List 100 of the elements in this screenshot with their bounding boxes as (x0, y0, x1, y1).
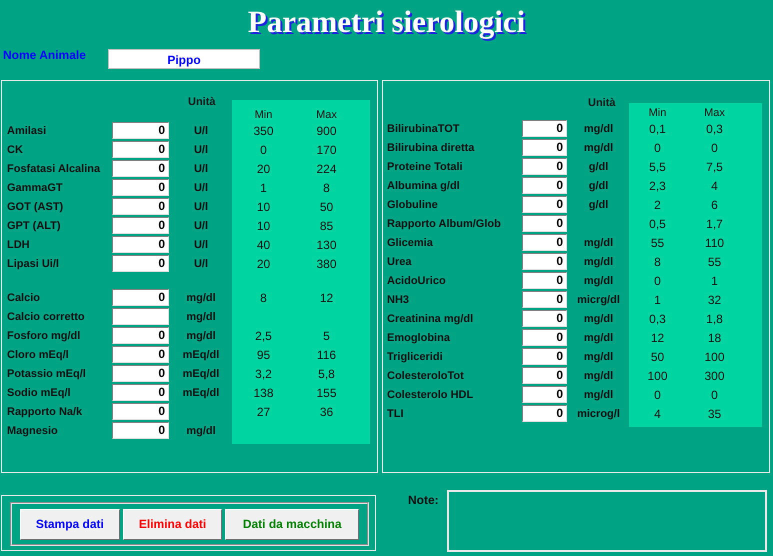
action-button[interactable]: Elimina dati (122, 508, 222, 540)
value-field[interactable]: 0 (522, 196, 567, 213)
unit-label: U/l (194, 124, 208, 136)
parameter-label: GammaGT (7, 182, 63, 194)
action-button[interactable]: Dati da macchina (225, 508, 359, 540)
parameter-label: Bilirubina diretta (387, 142, 474, 154)
min-header: Min (254, 109, 274, 121)
value-field[interactable]: 0 (522, 253, 567, 270)
max-value: 55 (708, 254, 722, 268)
parameter-label: CK (7, 144, 23, 156)
min-value: 138 (253, 386, 274, 400)
unit-label: mg/dl (584, 388, 614, 400)
parameter-label: Rapporto Na/k (7, 406, 82, 418)
max-value: 5 (323, 328, 330, 342)
parameter-label: Lipasi Ui/l (7, 258, 59, 270)
min-value: 55 (650, 236, 664, 250)
min-value: 0,5 (649, 216, 666, 230)
value-field[interactable]: 0 (112, 255, 169, 272)
max-header: Max (703, 107, 726, 119)
value-field[interactable]: 0 (112, 384, 169, 401)
max-value: 0 (711, 140, 718, 154)
animal-name-field[interactable]: Pippo (108, 49, 260, 69)
value-field[interactable]: 0 (112, 289, 169, 306)
parameter-label: ColesteroloTot (387, 370, 464, 382)
min-value: 20 (256, 256, 270, 270)
parameter-label: Magnesio (7, 424, 58, 436)
unit-label: microg/l (577, 408, 620, 420)
value-field[interactable]: 0 (112, 179, 169, 196)
unit-label: mg/dl (584, 236, 614, 248)
parameter-label: Colesterolo HDL (387, 388, 474, 400)
value-field[interactable]: 0 (112, 422, 169, 439)
parameter-label: Fosforo mg/dl (7, 330, 80, 342)
value-field[interactable]: 0 (112, 327, 169, 344)
value-field[interactable]: 0 (522, 291, 567, 308)
unit-label: mg/dl (186, 310, 216, 322)
page-title: Parametri sierologici (246, 3, 526, 41)
parameter-label: Creatinina mg/dl (387, 312, 474, 324)
action-button[interactable]: Stampa dati (20, 508, 120, 540)
min-header: Min (648, 107, 668, 119)
min-value: 2,3 (649, 178, 666, 192)
unit-label: mEq/dl (182, 386, 220, 398)
min-value: 0 (654, 388, 661, 402)
min-value: 0,3 (649, 312, 666, 326)
value-field[interactable]: 0 (522, 329, 567, 346)
value-field[interactable]: 0 (522, 310, 567, 327)
value-field[interactable] (112, 308, 169, 325)
parameter-label: TLI (387, 408, 404, 420)
max-value: 32 (708, 292, 722, 306)
min-value: 350 (253, 124, 274, 138)
value-field[interactable]: 0 (112, 141, 169, 158)
value-field[interactable]: 0 (522, 177, 567, 194)
parameter-label: Trigliceridi (387, 350, 443, 362)
value-field[interactable]: 0 (522, 386, 567, 403)
unit-label: mg/dl (186, 330, 216, 342)
max-value: 0,3 (706, 122, 723, 136)
parameter-label: Potassio mEq/l (7, 368, 86, 380)
unit-label: U/l (194, 220, 208, 232)
max-value: 0 (711, 388, 718, 402)
value-field[interactable]: 0 (112, 160, 169, 177)
value-field[interactable]: 0 (112, 403, 169, 420)
value-field[interactable]: 0 (522, 158, 567, 175)
min-value: 4 (654, 406, 661, 420)
value-field[interactable]: 0 (112, 198, 169, 215)
value-field[interactable]: 0 (112, 122, 169, 139)
max-value: 12 (320, 290, 334, 304)
parameter-label: Glicemia (387, 236, 433, 248)
value-field[interactable]: 0 (522, 139, 567, 156)
max-value: 380 (316, 256, 337, 270)
max-value: 6 (711, 198, 718, 212)
max-value: 8 (323, 180, 330, 194)
value-field[interactable]: 0 (112, 236, 169, 253)
value-field[interactable]: 0 (522, 405, 567, 422)
value-field[interactable]: 0 (112, 217, 169, 234)
parameter-label: Emoglobina (387, 332, 450, 344)
max-value: 1,7 (706, 216, 723, 230)
value-field[interactable]: 0 (522, 234, 567, 251)
value-field[interactable]: 0 (112, 365, 169, 382)
unit-header: Unità (188, 96, 216, 108)
unit-label: mEq/dl (182, 348, 220, 360)
value-field[interactable]: 0 (522, 367, 567, 384)
value-field[interactable]: 0 (522, 348, 567, 365)
value-field[interactable]: 0 (522, 272, 567, 289)
note-field[interactable] (447, 490, 767, 552)
max-value: 35 (708, 406, 722, 420)
unit-label: mg/dl (584, 274, 614, 286)
parameter-label: Fosfatasi Alcalina (7, 162, 100, 174)
parameter-label: Proteine Totali (387, 160, 463, 172)
unit-label: g/dl (588, 160, 608, 172)
max-value: 900 (316, 124, 337, 138)
min-value: 1 (654, 292, 661, 306)
parameter-label: Sodio mEq/l (7, 386, 71, 398)
unit-label: U/l (194, 200, 208, 212)
min-value: 2,5 (255, 328, 272, 342)
min-value: 0,1 (649, 122, 666, 136)
max-value: 18 (708, 330, 722, 344)
min-value: 12 (650, 330, 664, 344)
value-field[interactable]: 0 (112, 346, 169, 363)
value-field[interactable]: 0 (522, 215, 567, 232)
min-value: 8 (260, 290, 267, 304)
value-field[interactable]: 0 (522, 120, 567, 137)
